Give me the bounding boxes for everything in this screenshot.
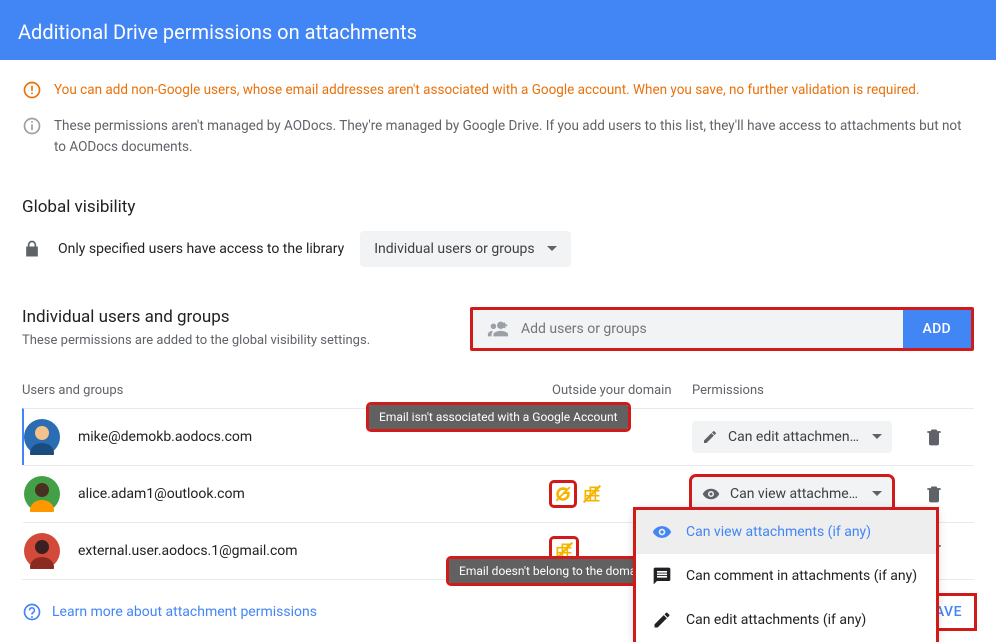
- permission-option-view[interactable]: Can view attachments (if any): [636, 510, 936, 554]
- tooltip-not-google: Email isn't associated with a Google Acc…: [369, 405, 628, 429]
- add-users-input[interactable]: [521, 310, 889, 348]
- warning-text: You can add non-Google users, whose emai…: [54, 80, 974, 100]
- permission-value: Can edit attachment…: [728, 429, 862, 445]
- edit-icon: [702, 429, 718, 445]
- permission-option-comment[interactable]: Can comment in attachments (if any): [636, 554, 936, 598]
- global-visibility-title: Global visibility: [22, 197, 974, 217]
- col-permissions: Permissions: [692, 383, 974, 398]
- visibility-select-value: Individual users or groups: [374, 241, 534, 257]
- add-users-container: ADD: [470, 307, 974, 351]
- col-users: Users and groups: [22, 383, 552, 398]
- visibility-select[interactable]: Individual users or groups: [360, 231, 570, 267]
- learn-more-link[interactable]: Learn more about attachment permissions: [22, 602, 317, 622]
- info-text: These permissions aren't managed by AODo…: [54, 116, 974, 157]
- option-label: Can comment in attachments (if any): [686, 568, 917, 584]
- learn-more-text: Learn more about attachment permissions: [52, 604, 317, 620]
- chevron-down-icon: [547, 246, 557, 251]
- user-row: mike@demokb.aodocs.com Can edit attachme…: [22, 408, 974, 465]
- info-banner: These permissions aren't managed by AODo…: [22, 110, 974, 167]
- tooltip-not-domain: Email doesn't belong to the domain: [449, 559, 656, 583]
- col-outside: Outside your domain: [552, 383, 692, 398]
- permission-select[interactable]: Can edit attachment…: [692, 421, 892, 453]
- eye-icon: [702, 485, 720, 503]
- eye-icon: [652, 522, 672, 542]
- not-domain-icon: [582, 484, 602, 504]
- dialog-title: Additional Drive permissions on attachme…: [18, 20, 417, 44]
- option-label: Can edit attachments (if any): [686, 612, 866, 628]
- dialog-header: Additional Drive permissions on attachme…: [0, 0, 996, 60]
- avatar: [24, 419, 60, 455]
- warning-icon: [22, 80, 42, 100]
- permission-option-edit[interactable]: Can edit attachments (if any): [636, 598, 936, 642]
- delete-button[interactable]: [914, 484, 954, 504]
- info-icon: [22, 116, 42, 136]
- user-email: external.user.aodocs.1@gmail.com: [78, 543, 552, 559]
- lock-icon: [22, 239, 42, 259]
- permission-value: Can view attachment…: [730, 486, 862, 502]
- global-visibility-text: Only specified users have access to the …: [58, 241, 344, 257]
- help-icon: [22, 602, 42, 622]
- individual-title: Individual users and groups: [22, 307, 450, 327]
- comment-icon: [652, 566, 672, 586]
- people-add-icon: [487, 318, 509, 340]
- add-button[interactable]: ADD: [903, 310, 971, 348]
- warning-banner: You can add non-Google users, whose emai…: [22, 74, 974, 110]
- avatar: [24, 476, 60, 512]
- avatar: [24, 533, 60, 569]
- user-email: alice.adam1@outlook.com: [78, 486, 552, 502]
- user-email: mike@demokb.aodocs.com: [78, 429, 552, 445]
- option-label: Can view attachments (if any): [686, 524, 871, 540]
- chevron-down-icon: [872, 491, 882, 496]
- edit-icon: [652, 610, 672, 630]
- permission-select[interactable]: Can view attachment…: [692, 477, 892, 511]
- delete-button[interactable]: [914, 427, 954, 447]
- chevron-down-icon: [872, 434, 882, 439]
- not-google-icon: [552, 483, 574, 505]
- permission-dropdown: Can view attachments (if any) Can commen…: [636, 510, 936, 642]
- individual-subtitle: These permissions are added to the globa…: [22, 333, 450, 348]
